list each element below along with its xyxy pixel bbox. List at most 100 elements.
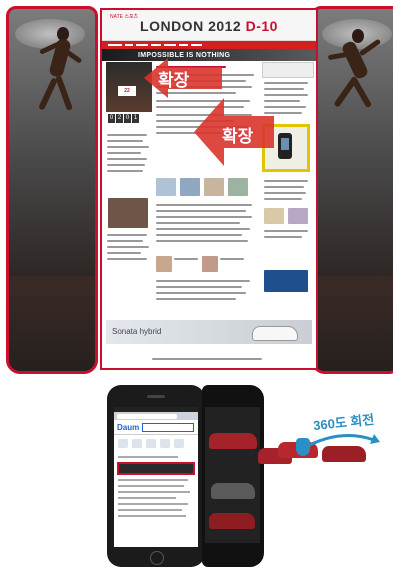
- service-icon[interactable]: [146, 439, 156, 448]
- countdown-digits: 0 2 0 1: [108, 114, 139, 123]
- side-banner[interactable]: [264, 270, 308, 292]
- mobile-ad-highlight[interactable]: [117, 462, 195, 475]
- daum-logo[interactable]: Daum: [117, 423, 139, 432]
- news-line[interactable]: [156, 222, 240, 224]
- ad-screen: [205, 407, 260, 543]
- news-line[interactable]: [156, 298, 236, 300]
- nav-item[interactable]: [191, 44, 202, 46]
- expand-callout-arrow-left: 확장: [144, 58, 224, 103]
- side-thumbnail[interactable]: [264, 208, 284, 224]
- car-image: [211, 483, 255, 499]
- nav-item[interactable]: [125, 44, 133, 46]
- news-line[interactable]: [156, 228, 250, 230]
- countdown-digit: 0: [108, 114, 115, 123]
- left-photo[interactable]: [108, 198, 148, 228]
- left-list-line[interactable]: [107, 134, 147, 136]
- nav-item[interactable]: [179, 44, 188, 46]
- side-line[interactable]: [264, 94, 308, 96]
- nav-item[interactable]: [108, 44, 122, 46]
- news-line[interactable]: [156, 216, 252, 218]
- car-image: [209, 433, 257, 449]
- race-bib: 22: [118, 86, 136, 96]
- sonata-hybrid-ad[interactable]: Sonata hybrid: [106, 320, 312, 344]
- browser-url-bar[interactable]: [114, 412, 198, 420]
- service-icon[interactable]: [118, 439, 128, 448]
- side-line[interactable]: [264, 230, 308, 232]
- news-line[interactable]: [156, 234, 242, 236]
- car-image: [252, 326, 298, 341]
- left-list-line[interactable]: [107, 234, 147, 236]
- service-icons-row: [114, 435, 198, 452]
- footer-line: [152, 358, 262, 360]
- side-line[interactable]: [264, 192, 306, 194]
- side-line[interactable]: [264, 236, 302, 238]
- track-floor: [9, 276, 95, 371]
- news-line[interactable]: [118, 503, 188, 505]
- nav-item[interactable]: [136, 44, 148, 46]
- news-line[interactable]: [118, 479, 188, 481]
- ad-label: Sonata hybrid: [112, 327, 162, 336]
- left-list-line[interactable]: [107, 140, 143, 142]
- dday-counter: D-10: [245, 18, 278, 34]
- side-line[interactable]: [264, 180, 308, 182]
- side-line[interactable]: [264, 186, 304, 188]
- left-list-line[interactable]: [107, 252, 141, 254]
- right-expanded-panel: [311, 6, 393, 374]
- left-list-line[interactable]: [107, 170, 143, 172]
- left-list-line[interactable]: [107, 246, 149, 248]
- side-thumbnail[interactable]: [288, 208, 308, 224]
- news-line[interactable]: [156, 286, 242, 288]
- news-thumbnail[interactable]: [202, 256, 218, 272]
- news-thumbnail[interactable]: [156, 178, 176, 196]
- smartphone-rotating-car-ad: [202, 385, 264, 567]
- expand-ad-composite: NATE 스포츠 LONDON 2012 D-10 IMPOSSIBLE IS …: [6, 6, 393, 374]
- side-line[interactable]: [264, 88, 304, 90]
- news-line[interactable]: [156, 280, 250, 282]
- left-list-line[interactable]: [107, 158, 147, 160]
- page-header: NATE 스포츠 LONDON 2012 D-10: [102, 10, 316, 41]
- service-icon[interactable]: [174, 439, 184, 448]
- side-line[interactable]: [264, 82, 308, 84]
- news-line[interactable]: [118, 509, 182, 511]
- news-thumbnail[interactable]: [228, 178, 248, 196]
- news-line[interactable]: [174, 258, 198, 260]
- mobile-screen: Daum: [114, 407, 198, 547]
- news-line[interactable]: [118, 497, 176, 499]
- sports-nav-bar[interactable]: [102, 41, 316, 49]
- news-thumbnail[interactable]: [156, 256, 172, 272]
- countdown-digit: 0: [124, 114, 131, 123]
- left-list-line[interactable]: [107, 152, 141, 154]
- left-list-line[interactable]: [107, 240, 143, 242]
- news-line[interactable]: [220, 258, 244, 260]
- countdown-digit: 2: [116, 114, 123, 123]
- left-list-line[interactable]: [107, 258, 147, 260]
- nav-item[interactable]: [164, 44, 176, 46]
- service-icon[interactable]: [160, 439, 170, 448]
- page-footer: [102, 356, 316, 364]
- medal-widget[interactable]: [262, 62, 314, 78]
- expand-label: 확장: [158, 71, 190, 90]
- news-line[interactable]: [118, 456, 178, 458]
- search-input[interactable]: [142, 422, 195, 432]
- news-line[interactable]: [156, 204, 252, 206]
- daum-search-header: Daum: [114, 420, 198, 435]
- service-icon[interactable]: [132, 439, 142, 448]
- left-list-line[interactable]: [107, 164, 145, 166]
- news-line[interactable]: [118, 491, 190, 493]
- news-line[interactable]: [156, 210, 246, 212]
- phone-ad-image: [278, 133, 292, 159]
- smartphone-mobile-web: Daum: [107, 385, 205, 567]
- news-thumbnail[interactable]: [180, 178, 200, 196]
- title-main: LONDON 2012: [140, 18, 242, 34]
- left-list-line[interactable]: [107, 146, 149, 148]
- news-line[interactable]: [118, 485, 184, 487]
- nav-item[interactable]: [151, 44, 161, 46]
- news-line[interactable]: [156, 292, 246, 294]
- home-button[interactable]: [150, 551, 164, 565]
- left-expanded-panel: [6, 6, 98, 374]
- news-thumbnail[interactable]: [204, 178, 224, 196]
- news-line[interactable]: [118, 515, 186, 517]
- side-line[interactable]: [264, 198, 302, 200]
- news-line[interactable]: [156, 240, 248, 242]
- track-floor: [314, 276, 393, 371]
